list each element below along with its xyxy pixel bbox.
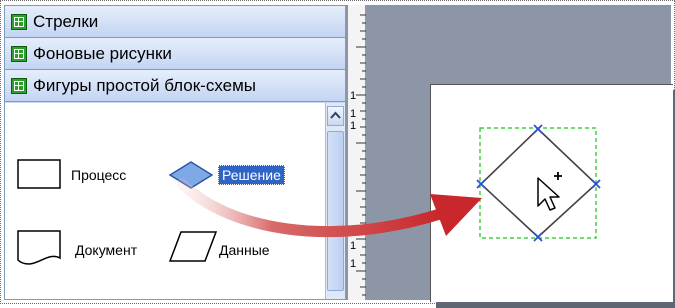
drag-arrow [176,178,482,238]
visio-drag-illustration: Стрелки Фоновые рисунки Фигуры простой б… [0,0,675,308]
drag-arrow-shaft [176,178,446,238]
